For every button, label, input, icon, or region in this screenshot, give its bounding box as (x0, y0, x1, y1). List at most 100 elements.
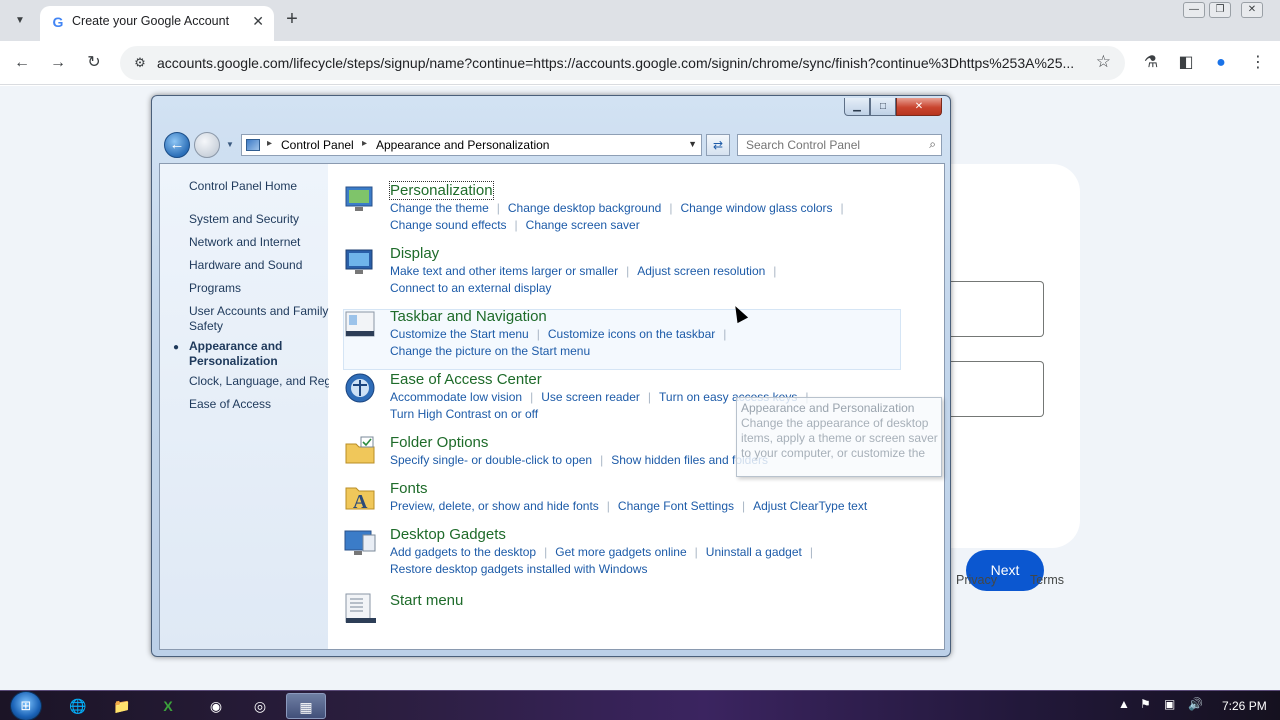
make-text-larger-link[interactable]: Make text and other items larger or smal… (390, 264, 618, 278)
chevron-down-icon: ▼ (15, 14, 25, 26)
nav-ease-of-access[interactable]: Ease of Access (189, 397, 329, 412)
back-button[interactable]: ← (164, 132, 190, 158)
cp-close-button[interactable]: ✕ (896, 98, 942, 116)
search-input[interactable] (738, 135, 918, 155)
change-screen-saver-link[interactable]: Change screen saver (526, 218, 640, 232)
nav-system-and-security[interactable]: System and Security (189, 212, 329, 227)
accommodate-low-vision-link[interactable]: Accommodate low vision (390, 390, 522, 404)
nav-clock-language-region[interactable]: Clock, Language, and Reg (189, 374, 329, 389)
taskbar-excel-icon[interactable]: X (148, 693, 188, 719)
fonts-icon: A (345, 487, 375, 513)
fonts-title[interactable]: Fonts (390, 480, 428, 497)
address-history-dropdown-icon[interactable]: ▼ (688, 139, 697, 149)
connect-external-display-link[interactable]: Connect to an external display (390, 281, 551, 295)
restore-gadgets-link[interactable]: Restore desktop gadgets installed with W… (390, 562, 647, 576)
change-font-settings-link[interactable]: Change Font Settings (618, 499, 734, 513)
taskbar-network-app-icon[interactable]: 🌐 (58, 693, 98, 719)
display-title[interactable]: Display (390, 245, 439, 262)
folder-options-title[interactable]: Folder Options (390, 434, 488, 451)
taskbar-control-panel-icon[interactable]: ▦ (286, 693, 326, 719)
forward-button[interactable] (194, 132, 220, 158)
terms-link[interactable]: Terms (1030, 573, 1064, 587)
category-links-row: Change sound effects | Change screen saver (390, 218, 640, 232)
taskbar-explorer-icon[interactable]: 📁 (102, 693, 142, 719)
add-gadgets-link[interactable]: Add gadgets to the desktop (390, 545, 536, 559)
cp-minimize-button[interactable]: ▁ (844, 98, 870, 116)
start-button[interactable]: ⊞ (10, 691, 42, 720)
labs-flask-icon[interactable]: ⚗ (1139, 51, 1163, 75)
browser-tab[interactable]: G Create your Google Account ✕ (40, 6, 274, 41)
bookmark-star-icon[interactable]: ☆ (1096, 52, 1111, 72)
profile-icon[interactable]: ● (1209, 51, 1233, 75)
change-theme-link[interactable]: Change the theme (390, 201, 489, 215)
breadcrumb-control-panel[interactable]: Control Panel (281, 138, 354, 152)
restore-button[interactable]: ❐ (1209, 2, 1231, 18)
change-sound-effects-link[interactable]: Change sound effects (390, 218, 507, 232)
back-arrow-icon: ← (169, 136, 185, 153)
nav-control-panel-home[interactable]: Control Panel Home (189, 179, 329, 194)
left-navigation-pane: Control Panel Home System and Security N… (160, 164, 329, 649)
network-icon[interactable]: ▣ (1164, 697, 1175, 711)
use-screen-reader-link[interactable]: Use screen reader (541, 390, 640, 404)
menu-dots-icon[interactable]: ⋮ (1246, 51, 1270, 75)
refresh-button[interactable]: ⇄ (706, 134, 730, 156)
google-favicon-icon: G (52, 14, 64, 30)
adjust-screen-resolution-link[interactable]: Adjust screen resolution (637, 264, 765, 278)
nav-user-accounts[interactable]: User Accounts and Family Safety (189, 304, 329, 334)
back-arrow-icon[interactable]: ← (10, 51, 34, 75)
category-links-row: Change the theme | Change desktop backgrou… (390, 201, 844, 215)
recent-pages-dropdown[interactable]: ▼ (226, 140, 234, 149)
breadcrumb-separator-icon[interactable]: ▸ (362, 138, 367, 149)
search-box[interactable]: ⌕ (737, 134, 942, 156)
control-panel-content: Control Panel Home System and Security N… (159, 163, 945, 650)
customize-start-menu-link[interactable]: Customize the Start menu (390, 327, 529, 341)
taskbar-chrome-icon[interactable]: ◎ (240, 693, 280, 719)
change-desktop-background-link[interactable]: Change desktop background (508, 201, 661, 215)
current-page-bullet-icon: ● (173, 342, 180, 353)
tab-strip: ▼ G Create your Google Account ✕ + — ❐ ✕ (0, 0, 1280, 41)
address-bar[interactable]: ⚙ accounts.google.com/lifecycle/steps/si… (120, 46, 1125, 80)
breadcrumb-appearance[interactable]: Appearance and Personalization (376, 138, 549, 152)
change-window-glass-colors-link[interactable]: Change window glass colors (680, 201, 832, 215)
uninstall-gadget-link[interactable]: Uninstall a gadget (706, 545, 802, 559)
taskbar-title[interactable]: Taskbar and Navigation (390, 308, 547, 325)
start-menu-title[interactable]: Start menu (390, 592, 463, 609)
display-icon (345, 249, 373, 274)
high-contrast-link[interactable]: Turn High Contrast on or off (390, 407, 538, 421)
taskbar-clock[interactable]: 7:26 PM (1222, 699, 1267, 713)
tab-search-button[interactable]: ▼ (8, 8, 32, 32)
side-panel-icon[interactable]: ◧ (1174, 51, 1198, 75)
taskbar-app-icon[interactable]: ◉ (196, 693, 236, 719)
volume-icon[interactable]: 🔊 (1188, 697, 1203, 711)
nav-network-and-internet[interactable]: Network and Internet (189, 235, 329, 250)
preview-fonts-link[interactable]: Preview, delete, or show and hide fonts (390, 499, 599, 513)
breadcrumb-separator-icon[interactable]: ▸ (267, 138, 272, 149)
new-tab-button[interactable]: + (282, 8, 302, 32)
cp-maximize-button[interactable]: □ (870, 98, 896, 116)
customize-taskbar-icons-link[interactable]: Customize icons on the taskbar (548, 327, 715, 341)
cp-address-bar[interactable]: ▸ Control Panel ▸ Appearance and Persona… (241, 134, 702, 156)
reload-icon[interactable]: ↻ (82, 51, 106, 75)
desktop-gadgets-title[interactable]: Desktop Gadgets (390, 526, 506, 543)
privacy-link[interactable]: Privacy (956, 573, 997, 587)
show-hidden-icons-icon[interactable]: ▲ (1118, 697, 1130, 711)
close-window-button[interactable]: ✕ (1241, 2, 1263, 18)
forward-arrow-icon[interactable]: → (46, 51, 70, 75)
adjust-cleartype-link[interactable]: Adjust ClearType text (753, 499, 867, 513)
category-links-row: Restore desktop gadgets installed with W… (390, 562, 647, 576)
ease-of-access-center-title[interactable]: Ease of Access Center (390, 371, 542, 388)
gadgets-icon (344, 530, 376, 555)
single-double-click-link[interactable]: Specify single- or double-click to open (390, 453, 592, 467)
category-links-row: Connect to an external display (390, 281, 551, 295)
personalization-title[interactable]: Personalization (389, 181, 494, 200)
search-icon[interactable]: ⌕ (929, 137, 936, 152)
nav-hardware-and-sound[interactable]: Hardware and Sound (189, 258, 329, 273)
tab-close-icon[interactable]: ✕ (252, 13, 264, 30)
nav-programs[interactable]: Programs (189, 281, 329, 296)
action-center-flag-icon[interactable]: ⚑ (1140, 697, 1151, 711)
site-info-icon[interactable]: ⚙ (130, 53, 150, 73)
change-start-menu-picture-link[interactable]: Change the picture on the Start menu (390, 344, 590, 358)
minimize-button[interactable]: — (1183, 2, 1205, 18)
get-more-gadgets-link[interactable]: Get more gadgets online (555, 545, 686, 559)
url-text[interactable]: accounts.google.com/lifecycle/steps/sign… (157, 55, 1082, 71)
